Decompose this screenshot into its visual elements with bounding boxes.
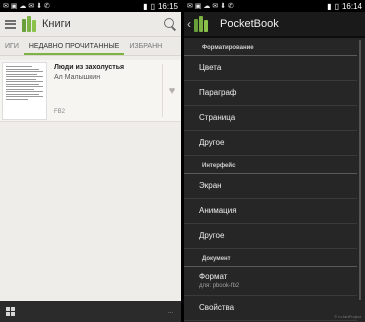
tabs-bar: ИГИ НЕДАВНО ПРОЧИТАННЫЕ ИЗБРАНН [0,37,181,56]
signal-icon: ▮ [327,1,332,11]
settings-app-bar: ‹ PocketBook [184,12,365,38]
battery-icon: ▯ [150,1,155,11]
section-header-document: Документ [184,249,357,267]
page-title: Книги [42,18,71,30]
status-time: 16:15 [157,1,178,11]
status-bar: ✉ ▣ ☁ ✉ ⬇ ✆ ▮ ▯ 16:15 [0,0,181,12]
settings-screen: ✉ ▣ ☁ ✉ ⬇ ✆ ▮ ▯ 16:14 ‹ PocketBook Форма… [184,0,365,322]
watermark: © ru.fanProject [334,314,361,319]
battery-icon: ▯ [334,1,339,11]
tab-recently-read[interactable]: НЕДАВНО ПРОЧИТАННЫЕ [23,43,125,55]
grid-view-icon[interactable] [6,307,15,316]
status-bar: ✉ ▣ ☁ ✉ ⬇ ✆ ▮ ▯ 16:14 [184,0,365,12]
search-icon[interactable] [164,18,176,30]
favorite-heart-icon[interactable]: ♥ [163,60,181,121]
menu-item-other-interface[interactable]: Другое [184,224,357,249]
menu-item-colors[interactable]: Цвета [184,56,357,81]
notification-icons: ✉ ▣ ☁ ✉ ⬇ ✆ [187,3,234,10]
status-time: 16:14 [341,1,362,11]
menu-item-animation[interactable]: Анимация [184,199,357,224]
bottom-bar: ... [0,301,181,322]
menu-item-screen[interactable]: Экран [184,174,357,199]
section-header-interface: Интерфейс [184,156,357,174]
tab-favorites[interactable]: ИЗБРАНН [124,43,167,55]
book-info: Люди из захолустья Ал Малышкин FB2 [50,60,162,121]
screenshot-root: ✉ ▣ ☁ ✉ ⬇ ✆ ▮ ▯ 16:15 Книги ИГИ НЕДАВНО … [0,0,365,322]
books-screen: ✉ ▣ ☁ ✉ ⬇ ✆ ▮ ▯ 16:15 Книги ИГИ НЕДАВНО … [0,0,181,322]
bottom-bar-text: ... [167,308,173,315]
book-author: Ал Малышкин [54,74,101,81]
menu-icon[interactable] [5,19,16,29]
menu-item-format[interactable]: Формат для: pbook-fb2 [184,267,357,296]
menu-item-format-label: Формат [199,272,228,281]
back-icon[interactable]: ‹ [187,17,191,31]
page-title: PocketBook [220,18,279,30]
menu-item-paragraph[interactable]: Параграф [184,81,357,106]
books-logo-icon [22,16,36,32]
section-header-formatting: Форматирование [184,38,357,56]
notification-icons: ✉ ▣ ☁ ✉ ⬇ ✆ [3,3,50,10]
signal-icon: ▮ [143,1,148,11]
book-format: FB2 [54,109,66,115]
scrollbar[interactable] [359,40,361,300]
menu-item-page[interactable]: Страница [184,106,357,131]
books-app-bar: Книги [0,12,181,37]
book-title: Люди из захолустья [54,64,125,71]
menu-item-format-sub: для: pbook-fb2 [199,283,240,289]
pocketbook-logo-icon [194,16,208,32]
menu-item-other-formatting[interactable]: Другое [184,131,357,156]
menu-item-properties[interactable]: Свойства [184,296,357,321]
tab-books[interactable]: ИГИ [0,43,24,55]
book-list-item[interactable]: Люди из захолустья Ал Малышкин FB2 ♥ [0,60,181,122]
book-cover [2,62,47,120]
